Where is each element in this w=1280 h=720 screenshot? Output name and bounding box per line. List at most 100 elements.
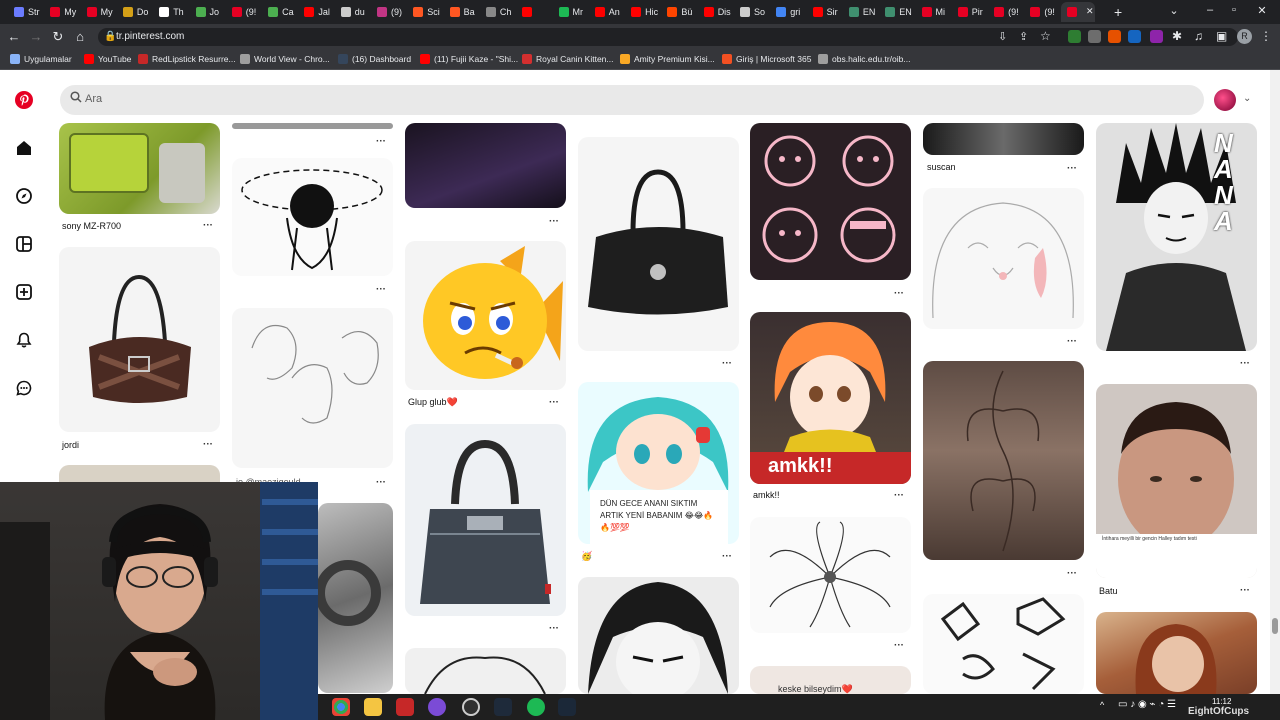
- pin-image-ring[interactable]: [318, 503, 393, 693]
- browser-tab[interactable]: Jal: [298, 2, 332, 22]
- pin-more-icon[interactable]: ···: [549, 216, 559, 227]
- browser-tab[interactable]: Bü: [661, 2, 695, 22]
- bookmark-item[interactable]: obs.halic.edu.tr/oib...: [818, 54, 910, 64]
- clock[interactable]: 11:12: [1212, 697, 1231, 706]
- pin-image-sketch-heads[interactable]: [232, 308, 393, 468]
- pin-image[interactable]: [232, 123, 393, 129]
- boards-icon[interactable]: [14, 234, 34, 254]
- pin-title[interactable]: Glup glub❤️: [408, 397, 458, 408]
- browser-tab[interactable]: Ba: [444, 2, 478, 22]
- pin-more-icon[interactable]: ···: [376, 136, 386, 147]
- browser-tab[interactable]: Th: [153, 2, 187, 22]
- browser-tab[interactable]: Mr: [553, 2, 587, 22]
- pin-more-icon[interactable]: ···: [1240, 585, 1250, 596]
- browser-tab[interactable]: Pir: [952, 2, 986, 22]
- browser-tab[interactable]: gri: [770, 2, 804, 22]
- browser-tab[interactable]: EN: [843, 2, 877, 22]
- install-icon[interactable]: ⇩: [998, 30, 1007, 43]
- browser-tab[interactable]: Ca: [262, 2, 296, 22]
- bookmark-item[interactable]: YouTube: [84, 54, 131, 64]
- tray-chevron-icon[interactable]: ^: [1100, 700, 1104, 710]
- reload-icon[interactable]: ↻: [50, 29, 66, 45]
- browser-tab[interactable]: An: [589, 2, 623, 22]
- bookmark-item[interactable]: RedLipstick Resurre...: [138, 54, 236, 64]
- pin-image-sketch-face[interactable]: [923, 188, 1084, 329]
- bookmark-star-icon[interactable]: ☆: [1040, 29, 1051, 43]
- account-avatar[interactable]: [1214, 89, 1236, 111]
- tray-icons[interactable]: ▭ ♪ ◉ ⌁ ◔ ☰: [1118, 699, 1176, 710]
- pin-image-manga-boy[interactable]: [578, 577, 739, 694]
- bookmark-item[interactable]: Uygulamalar: [10, 54, 72, 64]
- voicemeeter-icon[interactable]: [396, 698, 414, 716]
- pin-image-sony-mz-r700[interactable]: [59, 123, 220, 214]
- pin-image-dark[interactable]: [923, 123, 1084, 155]
- profile-avatar[interactable]: R: [1237, 29, 1252, 44]
- back-icon[interactable]: ←: [6, 29, 22, 45]
- create-plus-icon[interactable]: [14, 282, 34, 302]
- pin-image-sketch-stars[interactable]: [232, 158, 393, 276]
- app-icon[interactable]: [494, 698, 512, 716]
- pin-image-tribal-flash[interactable]: [923, 594, 1084, 694]
- pin-title[interactable]: Batu: [1099, 586, 1118, 596]
- pin-image-handbag[interactable]: [59, 247, 220, 432]
- pin-more-icon[interactable]: ···: [894, 640, 904, 651]
- pin-title[interactable]: sony MZ-R700: [62, 221, 121, 231]
- extension-icon[interactable]: [1150, 30, 1163, 43]
- pin-more-icon[interactable]: ···: [549, 397, 559, 408]
- pin-title[interactable]: amkk!!: [753, 490, 780, 500]
- explore-compass-icon[interactable]: [14, 186, 34, 206]
- close-tab-icon[interactable]: ✕: [1086, 6, 1094, 17]
- home-icon[interactable]: ⌂: [72, 29, 88, 45]
- browser-tab[interactable]: Dis: [698, 2, 732, 22]
- notifications-bell-icon[interactable]: [14, 330, 34, 350]
- messages-icon[interactable]: [14, 378, 34, 398]
- pin-more-icon[interactable]: ···: [1067, 163, 1077, 174]
- bookmark-item[interactable]: World View - Chro...: [240, 54, 330, 64]
- url-text[interactable]: tr.pinterest.com: [116, 31, 184, 42]
- pin-title[interactable]: jordi: [62, 440, 79, 450]
- chevron-down-icon[interactable]: ⌄: [1243, 93, 1251, 104]
- pin-title[interactable]: suscan: [927, 162, 956, 172]
- pin-more-icon[interactable]: ···: [203, 220, 213, 231]
- pinterest-logo-icon[interactable]: [14, 90, 34, 110]
- pin-more-icon[interactable]: ···: [203, 439, 213, 450]
- extension-shield-icon[interactable]: [1068, 30, 1081, 43]
- browser-tab[interactable]: du: [335, 2, 369, 22]
- browser-tab[interactable]: [516, 2, 550, 22]
- new-tab-button[interactable]: +: [1108, 2, 1122, 22]
- browser-tab[interactable]: EN: [879, 2, 913, 22]
- pin-image-anime-dark[interactable]: [405, 123, 566, 208]
- pin-more-icon[interactable]: ···: [1067, 568, 1077, 579]
- puzzle-icon[interactable]: ✱: [1172, 29, 1182, 43]
- bookmark-item[interactable]: (16) Dashboard: [338, 54, 411, 64]
- page-scrollbar[interactable]: [1270, 70, 1280, 694]
- pin-more-icon[interactable]: ···: [894, 490, 904, 501]
- close-window-icon[interactable]: ✕: [1254, 4, 1270, 17]
- pin-image-denim-bag[interactable]: [405, 424, 566, 616]
- maximize-icon[interactable]: ▫: [1226, 4, 1242, 16]
- pin-image-tattoo[interactable]: [923, 361, 1084, 560]
- obs-icon[interactable]: [462, 698, 480, 716]
- browser-tab[interactable]: Mi: [916, 2, 950, 22]
- browser-tab[interactable]: My: [81, 2, 115, 22]
- bookmark-item[interactable]: Amity Premium Kisi...: [620, 54, 715, 64]
- pin-more-icon[interactable]: ···: [549, 623, 559, 634]
- browser-tab[interactable]: My: [44, 2, 78, 22]
- pin-image-manga[interactable]: [405, 648, 566, 694]
- share-icon[interactable]: ⇪: [1019, 30, 1028, 43]
- address-bar[interactable]: [98, 28, 1238, 46]
- browser-tab[interactable]: Hic: [625, 2, 659, 22]
- browser-tab[interactable]: Sir: [807, 2, 841, 22]
- tab-search-icon[interactable]: ⌄: [1166, 4, 1182, 17]
- home-icon[interactable]: [14, 138, 34, 158]
- browser-tab[interactable]: Jo: [190, 2, 224, 22]
- browser-tab[interactable]: So: [734, 2, 768, 22]
- spotify-icon[interactable]: [527, 698, 545, 716]
- app-icon[interactable]: [428, 698, 446, 716]
- side-panel-icon[interactable]: ▣: [1216, 29, 1227, 43]
- media-control-icon[interactable]: ♫: [1194, 29, 1203, 43]
- pin-image-pink-faces[interactable]: [750, 123, 911, 280]
- bookmark-item[interactable]: Royal Canin Kitten...: [522, 54, 613, 64]
- pin-more-icon[interactable]: ···: [376, 284, 386, 295]
- pin-more-icon[interactable]: ···: [1240, 358, 1250, 369]
